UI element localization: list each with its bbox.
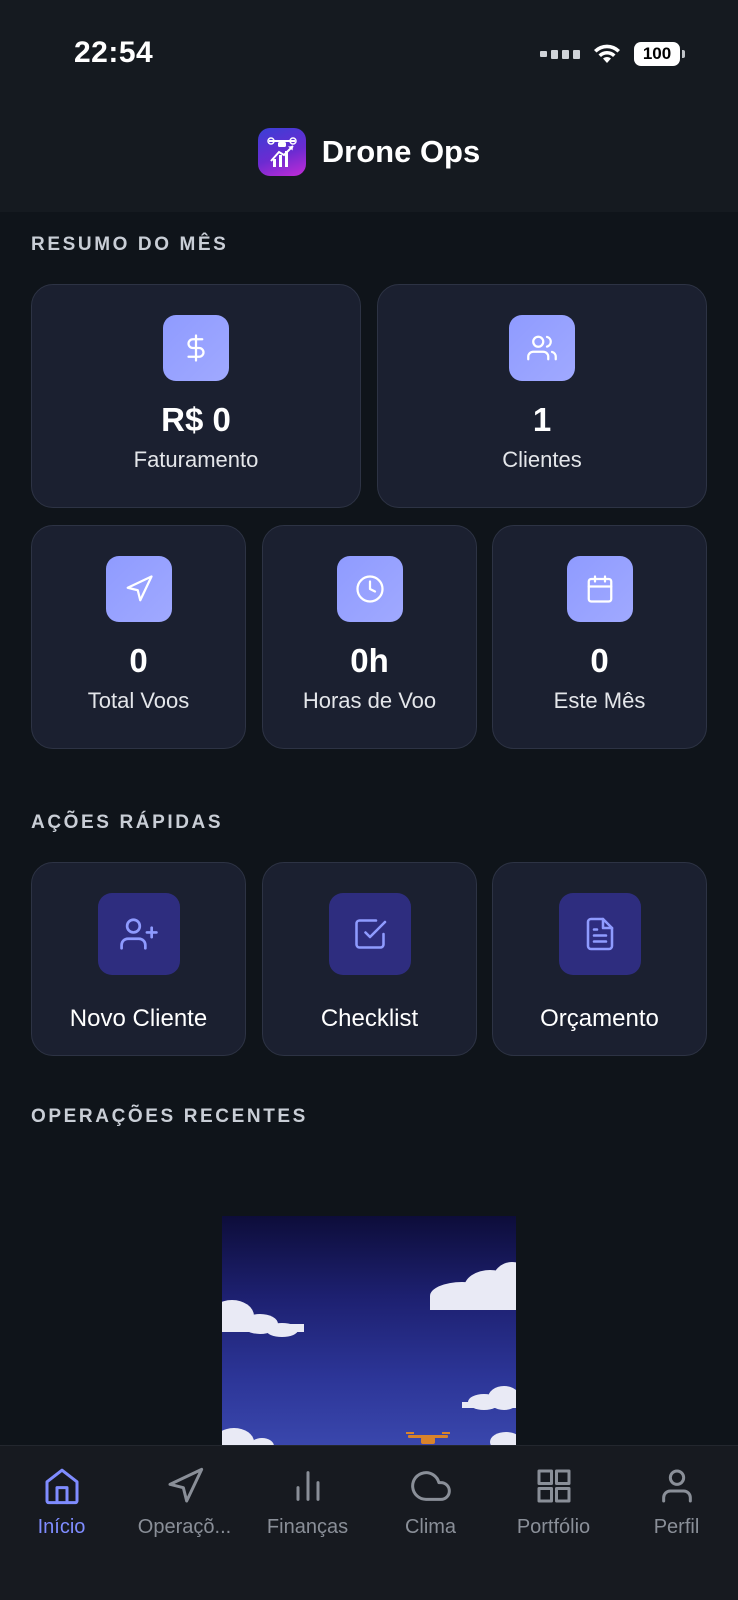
app-title: Drone Ops — [321, 134, 481, 169]
stat-label: Este Mês — [553, 688, 646, 713]
cloud-icon — [410, 1471, 451, 1501]
stat-value: 0h — [350, 642, 389, 679]
tab-clima[interactable]: Clima — [369, 1446, 492, 1600]
action-label: Checklist — [320, 1005, 419, 1032]
tab-financas[interactable]: Finanças — [246, 1446, 369, 1600]
tab-label: Clima — [404, 1516, 457, 1538]
stat-card-faturamento[interactable]: R$ 0 Faturamento — [31, 284, 361, 508]
action-label: Novo Cliente — [69, 1005, 208, 1032]
user-icon — [661, 1469, 692, 1503]
cloud-illustration — [462, 1386, 516, 1410]
tab-label: Início — [37, 1516, 86, 1538]
document-icon — [558, 893, 641, 975]
bottom-tab-bar: Início Operaçõ... Finanças Clima Portfól… — [0, 1445, 738, 1600]
navigation-icon — [168, 1467, 203, 1503]
summary-section-title: RESUMO DO MÊS — [31, 234, 229, 255]
status-time: 22:54 — [74, 36, 154, 69]
dollar-icon — [163, 315, 229, 381]
wifi-icon — [594, 44, 620, 63]
stat-label: Total Voos — [87, 688, 190, 713]
app-logo — [257, 128, 306, 176]
empty-state-illustration — [222, 1216, 516, 1446]
tab-label: Operaçõ... — [137, 1516, 232, 1538]
stat-card-horas-de-voo[interactable]: 0h Horas de Voo — [262, 525, 477, 749]
status-icons: 100 — [540, 40, 685, 68]
battery-icon: 100 — [634, 42, 685, 66]
stat-value: 0 — [590, 642, 609, 679]
stat-label: Faturamento — [133, 447, 259, 472]
cloud-illustration — [222, 1428, 516, 1446]
status-bar: 22:54 100 — [0, 0, 738, 100]
stat-card-clientes[interactable]: 1 Clientes — [377, 284, 707, 508]
tab-label: Portfólio — [516, 1516, 591, 1538]
quick-actions-section-title: AÇÕES RÁPIDAS — [31, 812, 224, 833]
tab-inicio[interactable]: Início — [0, 1446, 123, 1600]
action-label: Orçamento — [540, 1005, 659, 1032]
tab-perfil[interactable]: Perfil — [615, 1446, 738, 1600]
stat-label: Horas de Voo — [302, 688, 437, 713]
tab-operacoes[interactable]: Operaçõ... — [123, 1446, 246, 1600]
stat-card-este-mes[interactable]: 0 Este Mês — [492, 525, 707, 749]
home-icon — [45, 1468, 78, 1505]
tab-label: Perfil — [653, 1516, 700, 1538]
stat-card-total-voos[interactable]: 0 Total Voos — [31, 525, 246, 749]
recent-operations-section-title: OPERAÇÕES RECENTES — [31, 1106, 308, 1127]
stat-value: R$ 0 — [161, 401, 231, 438]
cellular-signal-icon — [540, 49, 580, 59]
checkbox-icon — [328, 893, 411, 975]
calendar-icon — [566, 556, 633, 622]
app-header: Drone Ops — [0, 120, 738, 184]
clock-icon — [336, 556, 403, 622]
drone-chart-icon — [267, 137, 297, 167]
budget-button[interactable]: Orçamento — [492, 862, 707, 1056]
checklist-button[interactable]: Checklist — [262, 862, 477, 1056]
stat-value: 1 — [532, 401, 552, 438]
bar-chart-icon — [296, 1471, 319, 1501]
tab-label: Finanças — [266, 1516, 349, 1538]
drone-illustration — [406, 1432, 450, 1444]
users-icon — [509, 315, 575, 381]
stat-label: Clientes — [502, 447, 582, 472]
new-client-button[interactable]: Novo Cliente — [31, 862, 246, 1056]
grid-icon — [537, 1469, 570, 1503]
stat-value: 0 — [129, 642, 148, 679]
navigation-icon — [105, 556, 172, 622]
cloud-illustration — [222, 1300, 304, 1337]
cloud-illustration — [430, 1262, 516, 1310]
user-plus-icon — [97, 893, 180, 975]
tab-portfolio[interactable]: Portfólio — [492, 1446, 615, 1600]
